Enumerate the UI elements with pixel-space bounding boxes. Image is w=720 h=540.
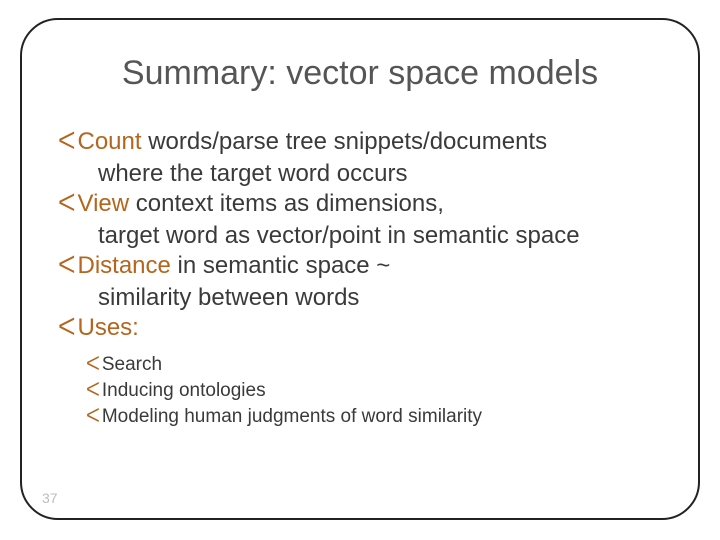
bullet-item: ᐸView context items as dimensions, bbox=[58, 189, 662, 219]
slide: Summary: vector space models ᐸCount word… bbox=[0, 0, 720, 540]
bullet-item: ᐸDistance in semantic space ~ bbox=[58, 251, 662, 281]
bullet-continuation: similarity between words bbox=[98, 283, 662, 313]
slide-body: ᐸCount words/parse tree snippets/documen… bbox=[58, 127, 662, 428]
sub-bullet-text: Modeling human judgments of word similar… bbox=[102, 406, 482, 427]
bullet-item: ᐸUses: bbox=[58, 313, 662, 343]
bullet-icon: ᐸ bbox=[86, 405, 100, 429]
bullet-lead: Distance bbox=[78, 252, 171, 279]
bullet-icon: ᐸ bbox=[58, 189, 76, 219]
bullet-lead: Count bbox=[78, 128, 142, 155]
page-number: 37 bbox=[42, 490, 58, 506]
bullet-rest: words/parse tree snippets/documents bbox=[142, 128, 548, 155]
sub-bullet-item: ᐸSearch bbox=[86, 353, 662, 377]
sub-bullet-text: Search bbox=[102, 354, 162, 375]
bullet-lead: View bbox=[78, 190, 130, 217]
slide-frame: Summary: vector space models ᐸCount word… bbox=[20, 18, 700, 520]
bullet-lead: Uses: bbox=[78, 314, 139, 341]
bullet-icon: ᐸ bbox=[58, 313, 76, 343]
bullet-icon: ᐸ bbox=[86, 353, 100, 377]
bullet-continuation: where the target word occurs bbox=[98, 159, 662, 189]
bullet-continuation: target word as vector/point in semantic … bbox=[98, 221, 662, 251]
sub-bullet-text: Inducing ontologies bbox=[102, 380, 266, 401]
bullet-icon: ᐸ bbox=[58, 251, 76, 281]
slide-title: Summary: vector space models bbox=[58, 54, 662, 93]
bullet-rest: context items as dimensions, bbox=[129, 190, 444, 217]
bullet-rest: in semantic space ~ bbox=[171, 252, 390, 279]
sub-bullet-item: ᐸModeling human judgments of word simila… bbox=[86, 405, 662, 429]
sub-bullet-list: ᐸSearch ᐸInducing ontologies ᐸModeling h… bbox=[86, 353, 662, 428]
bullet-item: ᐸCount words/parse tree snippets/documen… bbox=[58, 127, 662, 157]
bullet-icon: ᐸ bbox=[58, 127, 76, 157]
sub-bullet-item: ᐸInducing ontologies bbox=[86, 379, 662, 403]
bullet-icon: ᐸ bbox=[86, 379, 100, 403]
